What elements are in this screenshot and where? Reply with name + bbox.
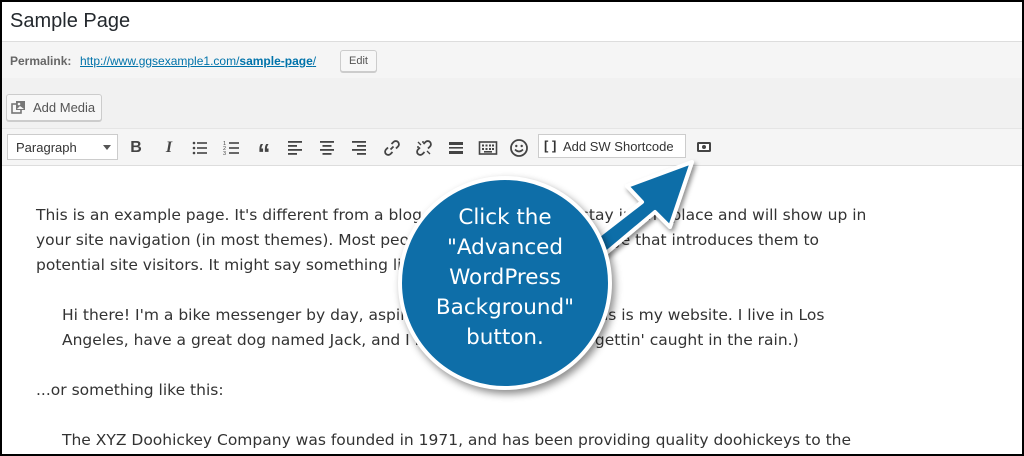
bold-icon: B — [130, 139, 142, 156]
editor-screenshot: Sample Page Permalink: http://www.ggsexa… — [0, 0, 1024, 456]
align-center-icon — [320, 141, 334, 155]
content-blockquote-2: The XYZ Doohickey Company was founded in… — [62, 431, 852, 449]
permalink-edit-button[interactable]: Edit — [340, 50, 377, 72]
read-more-icon — [449, 142, 463, 154]
emoji-button[interactable] — [507, 136, 531, 160]
permalink-url-prefix: http://www.ggsexample1.com/ — [80, 54, 240, 68]
callout-text: Click the "Advanced WordPress Background… — [422, 203, 588, 353]
blockquote-button[interactable]: “ — [252, 136, 276, 168]
align-center-button[interactable] — [315, 136, 339, 160]
media-library-icon — [11, 100, 27, 116]
italic-icon: I — [165, 139, 173, 156]
advanced-wordpress-background-button[interactable] — [692, 135, 716, 159]
permalink-link[interactable]: http://www.ggsexample1.com/sample-page/ — [80, 54, 316, 68]
add-sw-shortcode-label: Add SW Shortcode — [563, 139, 674, 154]
remove-link-button[interactable] — [412, 136, 436, 160]
chevron-down-icon — [103, 145, 111, 150]
callout-line-3: WordPress — [449, 265, 561, 290]
advanced-wordpress-background-icon — [697, 142, 711, 152]
align-right-button[interactable] — [347, 136, 371, 160]
unlink-icon — [416, 140, 432, 156]
numbered-list-icon: 1 2 3 — [223, 141, 239, 157]
callout-line-2: "Advanced — [446, 235, 564, 260]
read-more-button[interactable] — [444, 136, 468, 160]
align-left-icon — [288, 141, 302, 155]
italic-button[interactable]: I — [157, 136, 181, 160]
blockquote-icon: “ — [257, 138, 271, 168]
callout-line-1: Click the — [458, 205, 552, 230]
add-media-label: Add Media — [33, 100, 96, 115]
media-buttons-row — [2, 78, 1022, 128]
content-paragraph-2: ...or something like this: — [36, 381, 224, 399]
numbered-list-button[interactable]: 1 2 3 — [220, 136, 244, 160]
align-left-button[interactable] — [283, 136, 307, 160]
post-title-input[interactable]: Sample Page — [10, 10, 130, 33]
bulleted-list-button[interactable] — [188, 136, 212, 160]
add-sw-shortcode-button[interactable]: [ ] Add SW Shortcode — [538, 134, 686, 158]
title-field-container: Sample Page — [2, 2, 1022, 42]
insert-link-button[interactable] — [380, 136, 404, 160]
shortcode-bracket-icon: [ ] — [544, 138, 557, 153]
callout-line-4: Background" — [435, 295, 575, 320]
permalink-url-suffix: / — [312, 54, 317, 68]
add-media-button[interactable]: Add Media — [6, 94, 102, 121]
link-icon — [384, 140, 400, 156]
permalink-row: Permalink: http://www.ggsexample1.com/sa… — [2, 42, 1022, 78]
callout-line-5: button. — [466, 325, 544, 350]
svg-text:3: 3 — [223, 151, 226, 157]
permalink-slug: sample-page — [239, 54, 313, 68]
format-select[interactable]: Paragraph — [7, 134, 118, 160]
align-right-icon — [352, 141, 366, 155]
format-select-value: Paragraph — [16, 140, 77, 155]
keyboard-icon — [478, 141, 498, 155]
bold-button[interactable]: B — [124, 136, 148, 160]
permalink-label: Permalink: — [10, 54, 72, 68]
toolbar-toggle-button[interactable] — [476, 136, 500, 160]
smiley-icon — [510, 139, 528, 157]
bulleted-list-icon — [192, 141, 207, 155]
